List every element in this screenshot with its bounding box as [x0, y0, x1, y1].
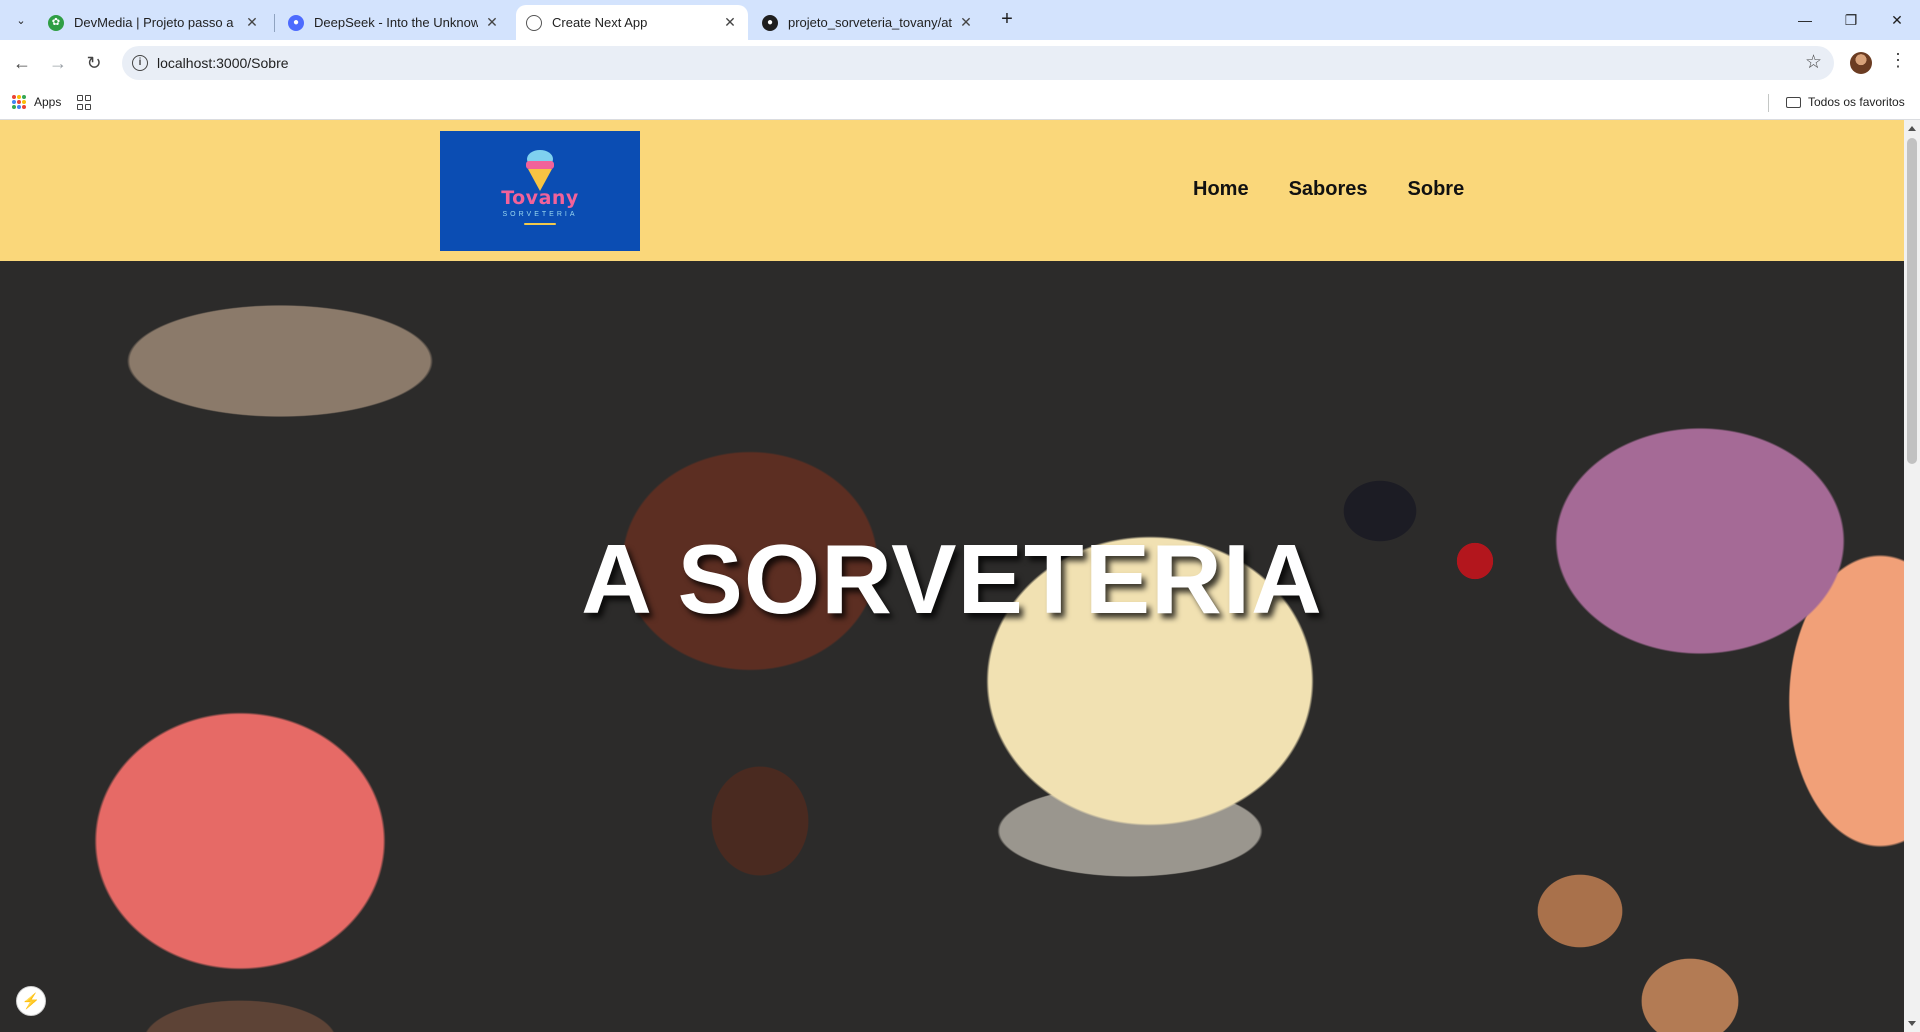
- tab-groups-icon[interactable]: [77, 95, 93, 111]
- all-bookmarks-folder[interactable]: Todos os favoritos: [1786, 95, 1905, 109]
- tab-search-chevron-icon[interactable]: ⌄: [10, 9, 32, 31]
- browser-tab-strip: ⌄ ✿ DevMedia | Projeto passo a pas ✕ ● D…: [0, 0, 1920, 40]
- all-bookmarks-label: Todos os favoritos: [1808, 95, 1905, 109]
- logo-subtitle: SORVETERIA: [502, 211, 578, 218]
- scroll-up-arrow-icon[interactable]: [1908, 126, 1916, 131]
- tab-title: DeepSeek - Into the Unknown: [314, 15, 478, 30]
- close-icon[interactable]: ✕: [244, 14, 260, 31]
- hero-title: A SORVETERIA: [581, 524, 1323, 634]
- globe-icon: [526, 14, 542, 31]
- site-logo[interactable]: Tovany SORVETERIA: [440, 131, 640, 251]
- scroll-down-arrow-icon[interactable]: [1908, 1021, 1916, 1026]
- folder-icon: [1786, 96, 1801, 108]
- github-icon: ●: [762, 14, 778, 31]
- page-scrollbar[interactable]: [1904, 120, 1920, 1032]
- tab-deepseek[interactable]: ● DeepSeek - Into the Unknown ✕: [278, 5, 510, 40]
- address-bar[interactable]: i localhost:3000/Sobre ☆: [122, 46, 1834, 80]
- tab-title: DevMedia | Projeto passo a pas: [74, 15, 238, 30]
- reload-icon[interactable]: ↻: [80, 49, 108, 77]
- close-icon[interactable]: ✕: [484, 14, 500, 31]
- nav-home-link[interactable]: Home: [1193, 178, 1249, 201]
- bookmarks-bar: Apps Todos os favoritos: [0, 86, 1920, 120]
- tab-divider: [274, 14, 275, 32]
- profile-avatar[interactable]: [1850, 52, 1872, 74]
- forward-arrow-icon[interactable]: →: [44, 49, 72, 77]
- more-menu-icon[interactable]: ⋮: [1888, 50, 1908, 76]
- tab-github[interactable]: ● projeto_sorveteria_tovany/at m ✕: [752, 5, 984, 40]
- close-icon[interactable]: ✕: [722, 14, 738, 31]
- devmedia-icon: ✿: [48, 14, 64, 31]
- back-arrow-icon[interactable]: ←: [8, 49, 36, 77]
- apps-label: Apps: [34, 95, 62, 109]
- nav-sabores-link[interactable]: Sabores: [1289, 178, 1368, 201]
- nextjs-dev-indicator-icon[interactable]: ⚡: [16, 986, 46, 1016]
- restore-icon[interactable]: ❐: [1828, 0, 1874, 40]
- tab-create-next-app[interactable]: Create Next App ✕: [516, 5, 748, 40]
- logo-underline: [524, 223, 556, 225]
- minimize-icon[interactable]: —: [1782, 0, 1828, 40]
- tab-title: projeto_sorveteria_tovany/at m: [788, 15, 952, 30]
- main-nav: Home Sabores Sobre: [1193, 178, 1504, 201]
- page-viewport: Tovany SORVETERIA Home Sabores Sobre A S…: [0, 120, 1904, 1032]
- site-info-icon[interactable]: i: [132, 55, 148, 71]
- apps-bookmark[interactable]: Apps: [12, 95, 61, 109]
- scrollbar-thumb[interactable]: [1907, 138, 1917, 464]
- tab-devmedia[interactable]: ✿ DevMedia | Projeto passo a pas ✕: [38, 5, 270, 40]
- close-icon[interactable]: ✕: [958, 14, 974, 31]
- close-window-icon[interactable]: ✕: [1874, 0, 1920, 40]
- bookmark-star-icon[interactable]: ☆: [1805, 51, 1822, 74]
- hero-banner: A SORVETERIA: [0, 261, 1904, 1032]
- apps-grid-icon: [12, 95, 26, 109]
- bookmarks-divider: [1768, 94, 1769, 112]
- logo-name: Tovany: [501, 187, 579, 209]
- nav-sobre-link[interactable]: Sobre: [1408, 178, 1465, 201]
- new-tab-button[interactable]: +: [995, 8, 1019, 32]
- tab-title: Create Next App: [552, 15, 648, 30]
- url-text[interactable]: localhost:3000/Sobre: [157, 55, 289, 71]
- deepseek-icon: ●: [288, 14, 304, 31]
- browser-toolbar: ← → ↻ i localhost:3000/Sobre ☆ ⋮: [0, 40, 1920, 86]
- site-header: Tovany SORVETERIA Home Sabores Sobre: [0, 120, 1904, 261]
